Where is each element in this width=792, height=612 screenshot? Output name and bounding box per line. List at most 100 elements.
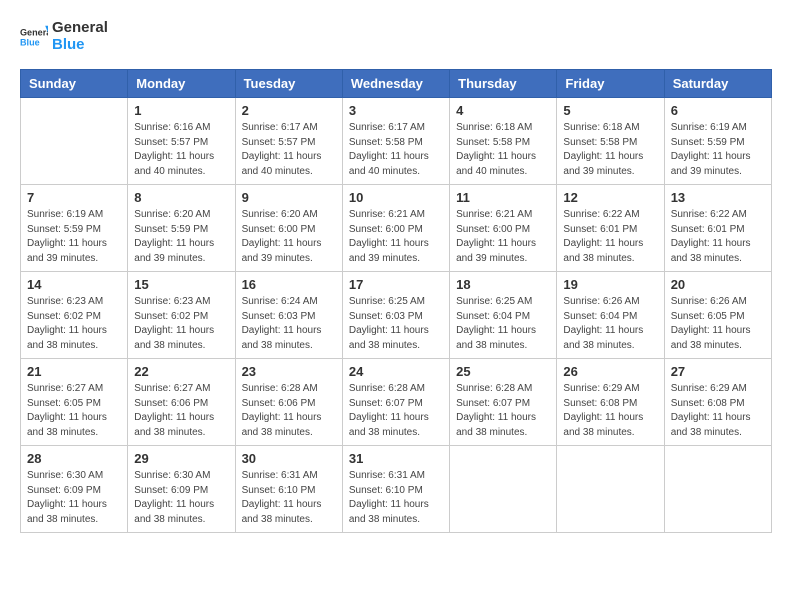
svg-text:General: General — [20, 27, 48, 37]
day-number: 7 — [27, 190, 121, 205]
day-info: Sunrise: 6:28 AMSunset: 6:06 PMDaylight:… — [242, 382, 336, 440]
calendar-cell: 16 Sunrise: 6:24 AMSunset: 6:03 PMDayligh… — [235, 272, 342, 359]
day-number: 22 — [134, 364, 228, 379]
day-info: Sunrise: 6:24 AMSunset: 6:03 PMDaylight:… — [242, 295, 336, 353]
logo-icon: General Blue — [20, 23, 48, 51]
day-number: 21 — [27, 364, 121, 379]
logo-general: General — [52, 20, 108, 37]
calendar-week-4: 28 Sunrise: 6:30 AMSunset: 6:09 PMDayligh… — [21, 446, 772, 533]
day-info: Sunrise: 6:17 AMSunset: 5:58 PMDaylight:… — [349, 121, 443, 179]
calendar-week-3: 21 Sunrise: 6:27 AMSunset: 6:05 PMDayligh… — [21, 359, 772, 446]
calendar-table: SundayMondayTuesdayWednesdayThursdayFrid… — [20, 69, 772, 533]
day-info: Sunrise: 6:18 AMSunset: 5:58 PMDaylight:… — [563, 121, 657, 179]
calendar-cell: 18 Sunrise: 6:25 AMSunset: 6:04 PMDayligh… — [450, 272, 557, 359]
calendar-week-1: 7Sunrise: 6:19 AMSunset: 5:59 PMDaylight… — [21, 185, 772, 272]
calendar-cell: 7Sunrise: 6:19 AMSunset: 5:59 PMDaylight… — [21, 185, 128, 272]
calendar-cell: 12 Sunrise: 6:22 AMSunset: 6:01 PMDayligh… — [557, 185, 664, 272]
day-number: 11 — [456, 190, 550, 205]
header-friday: Friday — [557, 70, 664, 98]
day-info: Sunrise: 6:16 AMSunset: 5:57 PMDaylight:… — [134, 121, 228, 179]
calendar-cell: 17Sunrise: 6:25 AMSunset: 6:03 PMDayligh… — [342, 272, 449, 359]
calendar-cell: 19Sunrise: 6:26 AMSunset: 6:04 PMDayligh… — [557, 272, 664, 359]
calendar-cell: 5 Sunrise: 6:18 AMSunset: 5:58 PMDaylight… — [557, 98, 664, 185]
day-info: Sunrise: 6:27 AMSunset: 6:05 PMDaylight:… — [27, 382, 121, 440]
day-info: Sunrise: 6:29 AMSunset: 6:08 PMDaylight:… — [563, 382, 657, 440]
logo-blue: Blue — [52, 37, 108, 54]
day-info: Sunrise: 6:22 AMSunset: 6:01 PMDaylight:… — [563, 208, 657, 266]
day-number: 26 — [563, 364, 657, 379]
calendar-cell: 6Sunrise: 6:19 AMSunset: 5:59 PMDaylight… — [664, 98, 771, 185]
calendar-cell: 22 Sunrise: 6:27 AMSunset: 6:06 PMDayligh… — [128, 359, 235, 446]
day-number: 5 — [563, 103, 657, 118]
day-number: 24 — [349, 364, 443, 379]
day-number: 10 — [349, 190, 443, 205]
header-wednesday: Wednesday — [342, 70, 449, 98]
day-info: Sunrise: 6:20 AMSunset: 6:00 PMDaylight:… — [242, 208, 336, 266]
day-info: Sunrise: 6:19 AMSunset: 5:59 PMDaylight:… — [671, 121, 765, 179]
day-info: Sunrise: 6:30 AMSunset: 6:09 PMDaylight:… — [27, 469, 121, 527]
day-info: Sunrise: 6:23 AMSunset: 6:02 PMDaylight:… — [134, 295, 228, 353]
day-number: 13 — [671, 190, 765, 205]
calendar-cell: 26 Sunrise: 6:29 AMSunset: 6:08 PMDayligh… — [557, 359, 664, 446]
calendar-cell: 4 Sunrise: 6:18 AMSunset: 5:58 PMDaylight… — [450, 98, 557, 185]
day-info: Sunrise: 6:29 AMSunset: 6:08 PMDaylight:… — [671, 382, 765, 440]
day-info: Sunrise: 6:22 AMSunset: 6:01 PMDaylight:… — [671, 208, 765, 266]
calendar-cell: 2Sunrise: 6:17 AMSunset: 5:57 PMDaylight… — [235, 98, 342, 185]
calendar-cell: 1 Sunrise: 6:16 AMSunset: 5:57 PMDaylight… — [128, 98, 235, 185]
calendar-cell: 21 Sunrise: 6:27 AMSunset: 6:05 PMDayligh… — [21, 359, 128, 446]
day-info: Sunrise: 6:23 AMSunset: 6:02 PMDaylight:… — [27, 295, 121, 353]
calendar-header-row: SundayMondayTuesdayWednesdayThursdayFrid… — [21, 70, 772, 98]
day-number: 3 — [349, 103, 443, 118]
day-number: 2 — [242, 103, 336, 118]
calendar-cell: 3 Sunrise: 6:17 AMSunset: 5:58 PMDaylight… — [342, 98, 449, 185]
calendar-cell: 15 Sunrise: 6:23 AMSunset: 6:02 PMDayligh… — [128, 272, 235, 359]
calendar-cell — [557, 446, 664, 533]
calendar-cell: 13 Sunrise: 6:22 AMSunset: 6:01 PMDayligh… — [664, 185, 771, 272]
calendar-cell: 8Sunrise: 6:20 AMSunset: 5:59 PMDaylight… — [128, 185, 235, 272]
day-number: 16 — [242, 277, 336, 292]
day-number: 27 — [671, 364, 765, 379]
day-number: 9 — [242, 190, 336, 205]
day-info: Sunrise: 6:28 AMSunset: 6:07 PMDaylight:… — [456, 382, 550, 440]
calendar-cell: 29 Sunrise: 6:30 AMSunset: 6:09 PMDayligh… — [128, 446, 235, 533]
day-info: Sunrise: 6:28 AMSunset: 6:07 PMDaylight:… — [349, 382, 443, 440]
day-number: 30 — [242, 451, 336, 466]
svg-text:Blue: Blue — [20, 37, 40, 47]
day-number: 29 — [134, 451, 228, 466]
calendar-cell: 11Sunrise: 6:21 AMSunset: 6:00 PMDayligh… — [450, 185, 557, 272]
day-info: Sunrise: 6:25 AMSunset: 6:04 PMDaylight:… — [456, 295, 550, 353]
day-number: 20 — [671, 277, 765, 292]
calendar-cell: 14Sunrise: 6:23 AMSunset: 6:02 PMDayligh… — [21, 272, 128, 359]
day-info: Sunrise: 6:26 AMSunset: 6:05 PMDaylight:… — [671, 295, 765, 353]
header-monday: Monday — [128, 70, 235, 98]
day-number: 18 — [456, 277, 550, 292]
day-info: Sunrise: 6:25 AMSunset: 6:03 PMDaylight:… — [349, 295, 443, 353]
day-number: 25 — [456, 364, 550, 379]
page-header: General Blue General Blue — [20, 20, 772, 53]
calendar-cell: 25 Sunrise: 6:28 AMSunset: 6:07 PMDayligh… — [450, 359, 557, 446]
calendar-cell: 10 Sunrise: 6:21 AMSunset: 6:00 PMDayligh… — [342, 185, 449, 272]
day-info: Sunrise: 6:26 AMSunset: 6:04 PMDaylight:… — [563, 295, 657, 353]
day-number: 15 — [134, 277, 228, 292]
day-info: Sunrise: 6:21 AMSunset: 6:00 PMDaylight:… — [349, 208, 443, 266]
day-info: Sunrise: 6:18 AMSunset: 5:58 PMDaylight:… — [456, 121, 550, 179]
day-number: 4 — [456, 103, 550, 118]
calendar-cell: 28 Sunrise: 6:30 AMSunset: 6:09 PMDayligh… — [21, 446, 128, 533]
header-saturday: Saturday — [664, 70, 771, 98]
calendar-cell: 27 Sunrise: 6:29 AMSunset: 6:08 PMDayligh… — [664, 359, 771, 446]
day-info: Sunrise: 6:20 AMSunset: 5:59 PMDaylight:… — [134, 208, 228, 266]
calendar-week-0: 1 Sunrise: 6:16 AMSunset: 5:57 PMDaylight… — [21, 98, 772, 185]
calendar-cell: 23 Sunrise: 6:28 AMSunset: 6:06 PMDayligh… — [235, 359, 342, 446]
calendar-cell: 31Sunrise: 6:31 AMSunset: 6:10 PMDayligh… — [342, 446, 449, 533]
day-number: 23 — [242, 364, 336, 379]
logo: General Blue General Blue — [20, 20, 108, 53]
day-info: Sunrise: 6:27 AMSunset: 6:06 PMDaylight:… — [134, 382, 228, 440]
day-info: Sunrise: 6:30 AMSunset: 6:09 PMDaylight:… — [134, 469, 228, 527]
day-number: 12 — [563, 190, 657, 205]
calendar-cell — [450, 446, 557, 533]
calendar-cell: 9 Sunrise: 6:20 AMSunset: 6:00 PMDaylight… — [235, 185, 342, 272]
calendar-cell: 30Sunrise: 6:31 AMSunset: 6:10 PMDayligh… — [235, 446, 342, 533]
day-info: Sunrise: 6:31 AMSunset: 6:10 PMDaylight:… — [349, 469, 443, 527]
day-number: 1 — [134, 103, 228, 118]
day-number: 28 — [27, 451, 121, 466]
